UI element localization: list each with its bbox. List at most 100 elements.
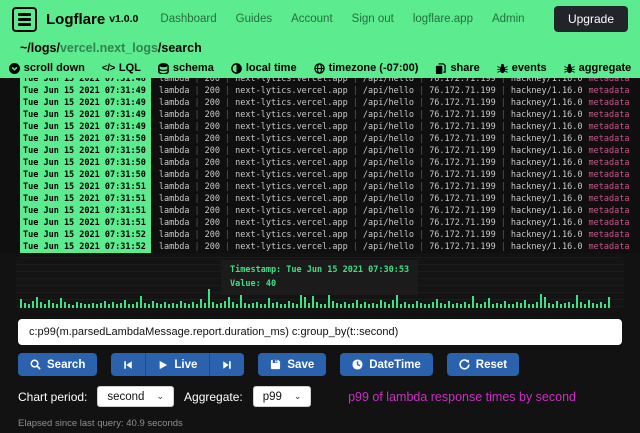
metadata-link[interactable]: metadata: [589, 146, 630, 156]
chart-bar[interactable]: [352, 303, 354, 308]
lql-button[interactable]: </> LQL: [102, 62, 141, 74]
chart-bar[interactable]: [188, 304, 190, 308]
chart-bar[interactable]: [60, 298, 62, 308]
chart-bar[interactable]: [72, 305, 74, 308]
chart-bar[interactable]: [380, 300, 382, 308]
chart-bar[interactable]: [196, 304, 198, 308]
metadata-link[interactable]: metadata: [589, 110, 630, 120]
chart-bar[interactable]: [88, 304, 90, 308]
events-button[interactable]: events: [497, 62, 547, 74]
chart-bar[interactable]: [432, 302, 434, 308]
chart-bar[interactable]: [416, 301, 418, 308]
chart-bar[interactable]: [48, 300, 50, 308]
chart-bar[interactable]: [228, 297, 230, 308]
chart-bar[interactable]: [116, 304, 118, 308]
chart-bar[interactable]: [440, 303, 442, 308]
chart-bar[interactable]: [464, 302, 466, 308]
search-query-input[interactable]: [18, 319, 622, 345]
datetime-button[interactable]: DateTime: [340, 353, 433, 376]
log-row[interactable]: Tue Jun 15 2021 07:31:49lambda|200|next-…: [20, 85, 640, 97]
chart-bar[interactable]: [488, 298, 490, 308]
chart-bar[interactable]: [580, 302, 582, 308]
chart-bar[interactable]: [608, 297, 610, 308]
chart-bar[interactable]: [304, 297, 306, 308]
chart-bar[interactable]: [408, 304, 410, 308]
chart-bar[interactable]: [508, 304, 510, 308]
chart-bar[interactable]: [436, 299, 438, 308]
upgrade-button[interactable]: Upgrade: [554, 6, 628, 32]
chart-bar[interactable]: [420, 303, 422, 308]
chart-bar[interactable]: [292, 303, 294, 308]
chart-bar[interactable]: [156, 303, 158, 308]
chart-bar[interactable]: [256, 302, 258, 308]
nav-account[interactable]: Account: [291, 13, 333, 25]
chart-bar[interactable]: [520, 303, 522, 308]
chart-bar[interactable]: [568, 302, 570, 308]
skip-to-start-button[interactable]: [111, 353, 146, 376]
chart-bar[interactable]: [192, 302, 194, 308]
log-row[interactable]: Tue Jun 15 2021 07:31:51lambda|200|next-…: [20, 217, 640, 229]
chart-bar[interactable]: [556, 301, 558, 308]
chart-bar[interactable]: [52, 303, 54, 308]
chart-bar[interactable]: [236, 304, 238, 308]
chart-bar[interactable]: [400, 304, 402, 308]
log-row[interactable]: Tue Jun 15 2021 07:31:50lambda|200|next-…: [20, 145, 640, 157]
chart-bar[interactable]: [512, 304, 514, 308]
chart-bar[interactable]: [216, 304, 218, 308]
share-button[interactable]: share: [435, 62, 479, 74]
chart-bar[interactable]: [212, 302, 214, 308]
chart-bar[interactable]: [32, 301, 34, 308]
chart-bar[interactable]: [312, 296, 314, 308]
metadata-link[interactable]: metadata: [589, 230, 630, 240]
chart-bar[interactable]: [448, 301, 450, 308]
chart-bar[interactable]: [308, 303, 310, 308]
chart-bar[interactable]: [200, 299, 202, 308]
log-row[interactable]: Tue Jun 15 2021 07:31:50lambda|200|next-…: [20, 157, 640, 169]
chart-bar[interactable]: [504, 301, 506, 308]
chart-bar[interactable]: [160, 304, 162, 308]
log-row[interactable]: Tue Jun 15 2021 07:31:51lambda|200|next-…: [20, 181, 640, 193]
chart-bar[interactable]: [336, 303, 338, 308]
chart-bar[interactable]: [356, 300, 358, 308]
nav-guides[interactable]: Guides: [236, 13, 272, 25]
chart-bar[interactable]: [540, 294, 542, 308]
chart-bar[interactable]: [388, 304, 390, 308]
chart-bar[interactable]: [368, 304, 370, 308]
chart-bar[interactable]: [452, 304, 454, 308]
chart-bar[interactable]: [144, 303, 146, 308]
log-row[interactable]: Tue Jun 15 2021 07:31:48lambda|200|next-…: [20, 78, 640, 85]
chart-bar[interactable]: [340, 304, 342, 308]
chart-bar[interactable]: [272, 303, 274, 308]
chart-bar[interactable]: [576, 295, 578, 308]
chart-bar[interactable]: [184, 303, 186, 308]
chart-bar[interactable]: [384, 302, 386, 308]
chart-bar[interactable]: [148, 304, 150, 308]
chart-period-select[interactable]: second ⌄: [97, 386, 174, 407]
chart-bar[interactable]: [136, 302, 138, 308]
chart-bar[interactable]: [84, 304, 86, 308]
chart-bar[interactable]: [36, 297, 38, 308]
log-row[interactable]: Tue Jun 15 2021 07:31:50lambda|200|next-…: [20, 169, 640, 181]
chart-bar[interactable]: [252, 303, 254, 308]
chart-bar[interactable]: [40, 302, 42, 308]
breadcrumb-source[interactable]: vercel.next_logs: [60, 41, 158, 55]
chart-bar[interactable]: [376, 304, 378, 308]
chart-bar[interactable]: [364, 302, 366, 308]
chart-bar[interactable]: [516, 302, 518, 308]
chart-bar[interactable]: [412, 304, 414, 308]
chart-bar[interactable]: [128, 304, 130, 308]
metadata-link[interactable]: metadata: [589, 170, 630, 180]
chart-bar[interactable]: [584, 304, 586, 308]
chart-bar[interactable]: [204, 303, 206, 308]
chart-bar[interactable]: [544, 297, 546, 308]
nav-logflare-app[interactable]: logflare.app: [413, 13, 473, 25]
log-row[interactable]: Tue Jun 15 2021 07:31:52lambda|200|next-…: [20, 229, 640, 241]
chart-bar[interactable]: [124, 300, 126, 308]
events-chart[interactable]: Timestamp: Tue Jun 15 2021 07:30:53 Valu…: [16, 257, 624, 311]
chart-bar[interactable]: [560, 304, 562, 308]
chart-bar[interactable]: [404, 302, 406, 308]
chart-bar[interactable]: [24, 303, 26, 308]
chart-bar[interactable]: [108, 304, 110, 308]
chart-bar[interactable]: [76, 302, 78, 308]
chart-bar[interactable]: [468, 304, 470, 308]
